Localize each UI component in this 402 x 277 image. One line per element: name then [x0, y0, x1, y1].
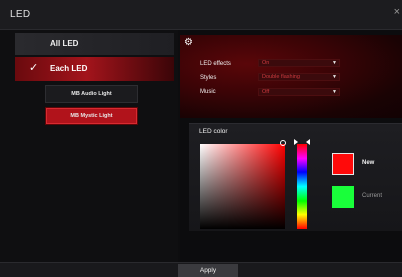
all-led-tab[interactable]: All LED [15, 33, 174, 55]
footer-bar: Apply [0, 262, 402, 277]
each-led-tab[interactable]: ✓ Each LED [15, 57, 174, 81]
title-bar: LED × [0, 0, 402, 30]
current-color-swatch [332, 186, 354, 208]
new-color-swatch [332, 153, 354, 175]
led-effects-value: On [262, 60, 270, 66]
effects-settings-box: ⚙ LED effects On ▼ Styles Double flashin… [180, 35, 402, 118]
gear-icon[interactable]: ⚙ [184, 37, 193, 48]
chevron-down-icon: ▼ [332, 60, 337, 66]
all-led-label: All LED [50, 39, 79, 48]
saturation-value-picker[interactable] [200, 144, 285, 229]
led-mode-sidebar: All LED ✓ Each LED MB Audio Light MB Mys… [0, 30, 178, 262]
led-effects-label: LED effects [200, 61, 231, 67]
led-color-title: LED color [199, 128, 228, 135]
led-settings-panel: ⚙ LED effects On ▼ Styles Double flashin… [180, 30, 402, 262]
music-label: Music [200, 89, 216, 95]
chevron-down-icon: ▼ [332, 74, 337, 80]
styles-value: Double flashing [262, 74, 300, 80]
hue-slider[interactable] [297, 144, 307, 229]
music-dropdown[interactable]: Off ▼ [258, 88, 340, 96]
chevron-down-icon: ▼ [332, 89, 337, 95]
led-color-box: LED color New Current [189, 123, 402, 231]
each-led-label: Each LED [50, 64, 88, 73]
styles-label: Styles [200, 75, 217, 81]
current-color-label: Current [362, 193, 383, 199]
hue-marker-right-icon[interactable] [306, 139, 310, 145]
new-color-label: New [362, 160, 375, 166]
music-value: Off [262, 89, 270, 95]
window-title: LED [10, 9, 31, 20]
styles-dropdown[interactable]: Double flashing ▼ [258, 73, 340, 81]
close-icon[interactable]: × [394, 6, 400, 18]
checkmark-icon: ✓ [29, 62, 39, 74]
color-picker-handle[interactable] [280, 140, 286, 146]
device-mb-mystic-light-button[interactable]: MB Mystic Light [45, 107, 138, 125]
apply-button[interactable]: Apply [178, 264, 238, 277]
led-effects-dropdown[interactable]: On ▼ [258, 59, 340, 67]
device-mb-audio-light-button[interactable]: MB Audio Light [45, 85, 138, 103]
